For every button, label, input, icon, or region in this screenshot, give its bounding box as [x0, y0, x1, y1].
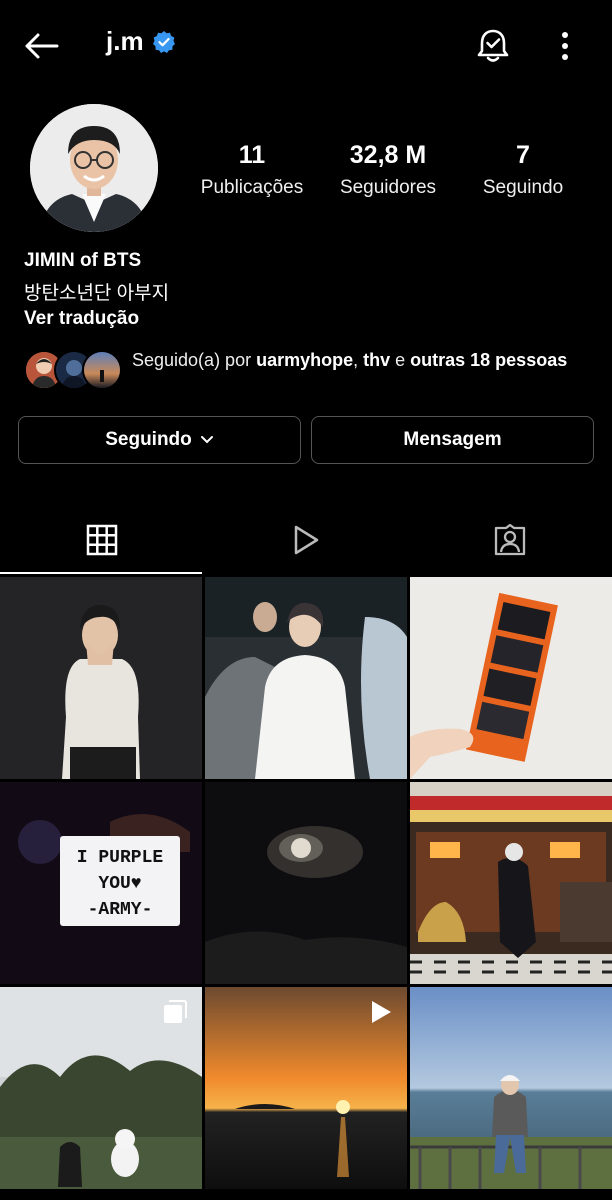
lightbox-line-1: I PURPLE: [77, 848, 164, 868]
tab-tagged[interactable]: [408, 510, 612, 570]
posts-count: 11: [238, 141, 266, 169]
tab-reels[interactable]: [204, 510, 408, 570]
more-options-button[interactable]: [548, 24, 582, 68]
followers-count: 32,8 M: [349, 141, 427, 169]
reel-badge: [369, 999, 393, 1025]
bio-text: 방탄소년단 아부지: [24, 283, 170, 304]
following-button-label: Seguindo: [105, 429, 192, 450]
post-6-image: [410, 782, 612, 984]
followers-label: Seguidores: [339, 177, 437, 198]
follower-thv[interactable]: thv: [363, 350, 390, 370]
top-bar: j.m: [0, 0, 612, 90]
grid-post-2[interactable]: [205, 577, 407, 779]
post-4-image: I PURPLE YOU♥ -ARMY-: [0, 782, 202, 984]
lightbox-line-2: YOU♥: [98, 874, 141, 894]
notifications-button[interactable]: [470, 24, 516, 68]
grid-post-5[interactable]: [205, 782, 407, 984]
grid-icon: [86, 524, 118, 556]
more-vertical-icon: [562, 32, 568, 60]
following-button[interactable]: Seguindo: [18, 416, 301, 464]
tab-posts[interactable]: [0, 510, 204, 570]
grid-post-6[interactable]: [410, 782, 612, 984]
followed-by-conjunction: e: [390, 350, 411, 370]
grid-post-7[interactable]: [0, 987, 202, 1189]
avatar-photo: [30, 104, 158, 232]
tagged-person-icon: [494, 523, 526, 556]
followed-by-separator: ,: [353, 350, 364, 370]
following-label: Seguindo: [482, 177, 564, 198]
grid-post-9[interactable]: [410, 987, 612, 1189]
post-1-image: [0, 577, 202, 779]
stat-following[interactable]: 7 Seguindo: [470, 140, 576, 204]
followed-by-others[interactable]: outras 18 pessoas: [410, 350, 567, 370]
mutual-followers-avatars[interactable]: [24, 348, 122, 390]
grid-post-4[interactable]: I PURPLE YOU♥ -ARMY-: [0, 782, 202, 984]
profile-avatar[interactable]: [30, 104, 158, 232]
username-text: j.m: [106, 26, 144, 56]
bio-name: JIMIN of BTS: [24, 250, 142, 271]
message-button[interactable]: Mensagem: [311, 416, 594, 464]
post-2-image: [205, 577, 407, 779]
post-5-image: [205, 782, 407, 984]
reel-play-icon: [372, 1001, 391, 1023]
verified-badge-icon: [152, 30, 175, 53]
play-icon: [294, 525, 319, 555]
posts-label: Publicações: [200, 177, 304, 198]
followed-by-text[interactable]: Seguido(a) por uarmyhope, thv e outras 1…: [132, 348, 572, 373]
posts-grid: I PURPLE YOU♥ -ARMY-: [0, 577, 612, 1200]
stat-followers[interactable]: 32,8 M Seguidores: [330, 140, 446, 204]
followed-by-prefix: Seguido(a) por: [132, 350, 257, 370]
carousel-badge: [162, 999, 188, 1025]
active-tab-indicator: [0, 572, 202, 574]
follower-uarmyhope[interactable]: uarmyhope: [256, 350, 353, 370]
mutual-avatar-3: [82, 350, 122, 390]
following-count: 7: [516, 141, 530, 169]
profile-username: j.m: [106, 26, 176, 57]
grid-post-3[interactable]: [410, 577, 612, 779]
carousel-icon: [164, 1000, 187, 1023]
post-9-image: [410, 987, 612, 1189]
grid-post-1[interactable]: [0, 577, 202, 779]
arrow-left-icon: [25, 33, 59, 59]
bell-check-icon: [477, 29, 509, 62]
back-button[interactable]: [18, 26, 64, 66]
see-translation-link[interactable]: Ver tradução: [24, 308, 139, 330]
lightbox-line-3: -ARMY-: [88, 900, 153, 920]
stat-posts[interactable]: 11 Publicações: [190, 140, 314, 204]
chevron-down-icon: [200, 436, 213, 444]
grid-post-8[interactable]: [205, 987, 407, 1189]
post-3-image: [410, 577, 612, 779]
message-button-label: Mensagem: [403, 429, 502, 450]
